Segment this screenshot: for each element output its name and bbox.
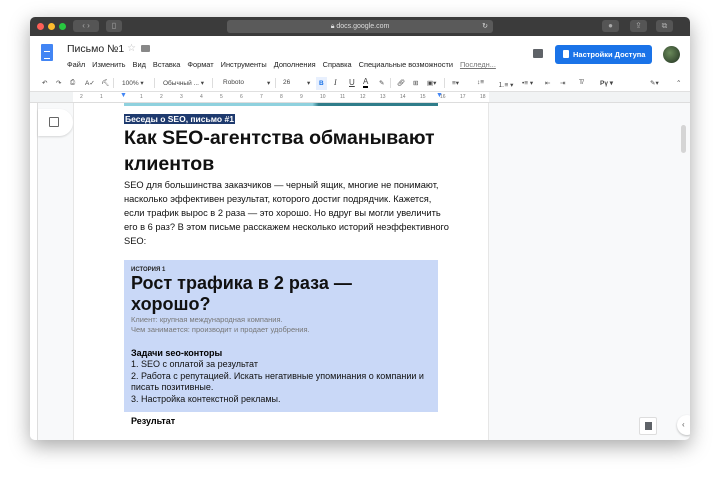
redo-icon[interactable]: ↷ — [56, 79, 61, 87]
decrease-indent-icon[interactable]: ⇤ — [545, 79, 550, 87]
document-subtitle[interactable]: Беседы о SEO, письмо #1 — [124, 114, 235, 124]
line-spacing-icon[interactable]: ↕≡ — [477, 79, 484, 86]
toolbar: ↶ ↷ ⎙ A✓ ⛏ 100% ▾ Обычный ... ▾ Roboto ▾ … — [30, 75, 690, 92]
paint-format-icon[interactable]: ⛏ — [101, 79, 109, 87]
align-icon[interactable]: ≡▾ — [452, 79, 459, 87]
menu-bar: Файл Изменить Вид Вставка Формат Инструм… — [67, 60, 496, 69]
style-select[interactable]: Обычный ... ▾ — [163, 79, 204, 87]
share-button[interactable]: Настройки Доступа — [555, 45, 652, 64]
link-icon[interactable]: 🔗︎ — [397, 79, 405, 87]
menu-file[interactable]: Файл — [67, 60, 85, 69]
star-icon[interactable]: ☆ — [127, 43, 136, 54]
maximize-button[interactable] — [59, 23, 66, 30]
menu-insert[interactable]: Вставка — [153, 60, 180, 69]
print-icon[interactable]: ⎙ — [70, 79, 75, 87]
sidebar-toggle-icon[interactable]: ▯ — [106, 20, 122, 32]
editing-mode-icon[interactable]: ✎▾ — [650, 79, 659, 87]
bulleted-list-icon[interactable]: •≡ ▾ — [522, 79, 533, 87]
intro-paragraph[interactable]: SEO для большинства заказчиков — черный … — [124, 178, 454, 248]
result-title: Результат — [131, 416, 176, 426]
insert-image-icon[interactable]: ▣▾ — [427, 79, 436, 87]
last-edit-link[interactable]: Последн... — [460, 60, 496, 69]
add-comment-icon — [645, 422, 652, 430]
italic-button[interactable]: I — [334, 78, 337, 87]
minimize-button[interactable] — [48, 23, 55, 30]
task-item: 1. SEO с оплатой за результат — [131, 359, 258, 369]
lock-icon: 🔒︎ — [330, 23, 335, 30]
menu-tools[interactable]: Инструменты — [221, 60, 267, 69]
tasks-title: Задачи seo-конторы — [131, 348, 223, 358]
browser-titlebar: ‹ › ▯ 🔒︎ docs.google.com ↻ ● ⇪ ⧉ — [30, 17, 690, 36]
numbered-list-icon[interactable]: ⒈≡ ▾ — [498, 79, 513, 89]
share-icon[interactable]: ⇪ — [630, 20, 647, 32]
task-item: 3. Настройка контекстной рекламы. — [131, 393, 281, 404]
highlight-icon[interactable]: ✎ — [379, 79, 384, 87]
back-forward-buttons[interactable]: ‹ › — [73, 20, 99, 32]
text-color-button[interactable]: A — [363, 77, 369, 88]
comments-icon[interactable] — [533, 49, 543, 58]
spellcheck-icon[interactable]: A✓ — [85, 79, 95, 87]
docs-logo-icon[interactable] — [41, 44, 53, 61]
horizontal-ruler[interactable]: 2 1 ▼ 1 2 3 4 5 6 7 8 9 10 11 12 13 14 1… — [30, 92, 690, 103]
story-block[interactable]: ИСТОРИЯ 1 Рост трафика в 2 раза — хорошо… — [124, 260, 438, 426]
menu-addons[interactable]: Дополнения — [274, 60, 316, 69]
indent-marker-icon[interactable]: ▼ — [120, 92, 127, 99]
add-comment-button[interactable] — [639, 417, 657, 435]
download-icon[interactable]: ● — [602, 20, 619, 32]
menu-edit[interactable]: Изменить — [92, 60, 125, 69]
scrollbar[interactable] — [681, 125, 686, 153]
task-item: 2. Работа с репутацией. Искать негативны… — [131, 370, 424, 393]
menu-help[interactable]: Справка — [323, 60, 352, 69]
story-business: Чем занимается: производит и продает удо… — [131, 325, 310, 334]
outline-icon — [49, 117, 59, 127]
story-client: Клиент: крупная международная компания. — [131, 315, 283, 324]
header-banner-image — [124, 103, 438, 106]
tabs-icon[interactable]: ⧉ — [656, 20, 673, 32]
side-panel-toggle[interactable]: ‹ — [677, 415, 690, 435]
menu-view[interactable]: Вид — [133, 60, 146, 69]
collapse-toolbar-icon[interactable]: ⌃ — [676, 79, 681, 87]
avatar[interactable] — [663, 46, 680, 63]
document-heading[interactable]: Как SEO-агентства обманывают клиентов — [124, 125, 454, 177]
folder-icon[interactable] — [141, 45, 150, 52]
undo-icon[interactable]: ↶ — [42, 79, 47, 87]
zoom-select[interactable]: 100% ▾ — [122, 79, 144, 87]
clear-formatting-icon[interactable]: T̸ — [579, 79, 583, 86]
font-select[interactable]: Roboto ▾ — [223, 79, 273, 87]
menu-accessibility[interactable]: Специальные возможности — [359, 60, 453, 69]
chevron-left-icon: ‹ — [682, 420, 685, 429]
add-comment-icon[interactable]: ⊞ — [413, 79, 418, 87]
document-page[interactable]: Беседы о SEO, письмо #1 Как SEO-агентств… — [73, 103, 489, 440]
font-size-select[interactable]: 26 ▾ — [283, 79, 313, 87]
story-title: Рост трафика в 2 раза — хорошо? — [131, 273, 352, 314]
increase-indent-icon[interactable]: ⇥ — [560, 79, 565, 87]
bold-button[interactable]: B — [316, 77, 327, 90]
lock-icon — [563, 50, 569, 58]
close-button[interactable] — [37, 23, 44, 30]
input-tools-button[interactable]: Рү ▾ — [600, 79, 613, 87]
docs-header: Письмо №1 ☆ Файл Изменить Вид Вставка Фо… — [30, 36, 690, 75]
underline-button[interactable]: U — [349, 78, 355, 87]
reload-icon[interactable]: ↻ — [482, 20, 488, 33]
browser-window: ‹ › ▯ 🔒︎ docs.google.com ↻ ● ⇪ ⧉ Письмо №… — [30, 17, 690, 440]
vertical-ruler[interactable] — [30, 103, 38, 440]
document-outline-button[interactable] — [38, 109, 73, 136]
address-bar[interactable]: 🔒︎ docs.google.com ↻ — [227, 20, 493, 33]
document-title[interactable]: Письмо №1 — [67, 43, 124, 55]
menu-format[interactable]: Формат — [187, 60, 213, 69]
